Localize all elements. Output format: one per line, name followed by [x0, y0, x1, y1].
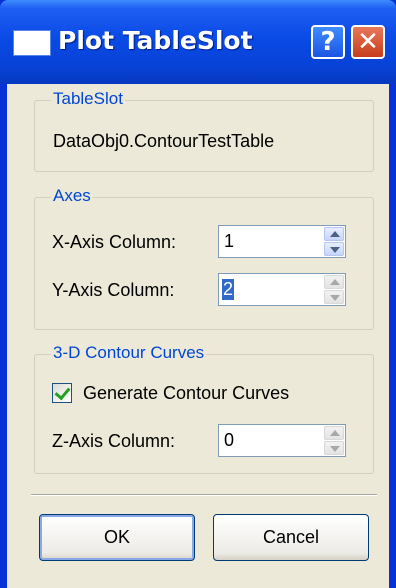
y-axis-label: Y-Axis Column:: [52, 280, 175, 300]
y-axis-up-arrow-icon[interactable]: [324, 275, 344, 289]
axes-group: Axes X-Axis Column: 1 Y-Axis Column: 2: [34, 186, 374, 330]
axes-group-title: Axes: [51, 186, 93, 206]
y-axis-down-arrow-icon[interactable]: [324, 290, 344, 304]
x-axis-down-arrow-icon[interactable]: [324, 242, 344, 256]
title-bar[interactable]: Plot TableSlot ? ✕: [0, 0, 396, 84]
tableslot-group: TableSlot DataObj0.ContourTestTable: [34, 89, 374, 172]
y-axis-spin-buttons: [324, 275, 344, 304]
cancel-button[interactable]: Cancel: [213, 514, 369, 561]
z-axis-up-arrow-icon[interactable]: [324, 426, 344, 440]
close-button[interactable]: ✕: [351, 25, 385, 59]
dialog-body: TableSlot DataObj0.ContourTestTable Axes…: [7, 84, 389, 588]
y-axis-spinner[interactable]: 2: [218, 273, 346, 306]
contour-group: 3-D Contour Curves Generate Contour Curv…: [34, 343, 374, 474]
z-axis-value[interactable]: 0: [224, 430, 234, 451]
contour-group-title: 3-D Contour Curves: [51, 343, 207, 363]
window-title: Plot TableSlot: [58, 26, 253, 55]
x-axis-label: X-Axis Column:: [52, 232, 177, 252]
z-axis-spin-buttons: [324, 426, 344, 455]
z-axis-label: Z-Axis Column:: [52, 431, 176, 451]
x-axis-spinner[interactable]: 1: [218, 225, 346, 258]
separator-line: [31, 494, 377, 496]
z-axis-down-arrow-icon[interactable]: [324, 441, 344, 455]
checkmark-icon: [54, 383, 71, 401]
help-button[interactable]: ?: [311, 25, 345, 59]
tableslot-value: DataObj0.ContourTestTable: [53, 131, 275, 151]
y-axis-value[interactable]: 2: [222, 279, 235, 300]
x-axis-up-arrow-icon[interactable]: [324, 227, 344, 241]
close-icon: ✕: [357, 27, 379, 57]
dialog-window: Plot TableSlot ? ✕ TableSlot DataObj0.Co…: [0, 0, 396, 588]
x-axis-spin-buttons: [324, 227, 344, 256]
window-icon: [14, 31, 50, 55]
z-axis-spinner[interactable]: 0: [218, 424, 346, 457]
tableslot-group-title: TableSlot: [51, 89, 125, 109]
ok-button[interactable]: OK: [39, 514, 195, 561]
help-icon: ?: [320, 27, 336, 57]
x-axis-value[interactable]: 1: [224, 231, 234, 252]
generate-contour-checkbox[interactable]: [52, 383, 72, 403]
generate-contour-label[interactable]: Generate Contour Curves: [83, 383, 289, 404]
